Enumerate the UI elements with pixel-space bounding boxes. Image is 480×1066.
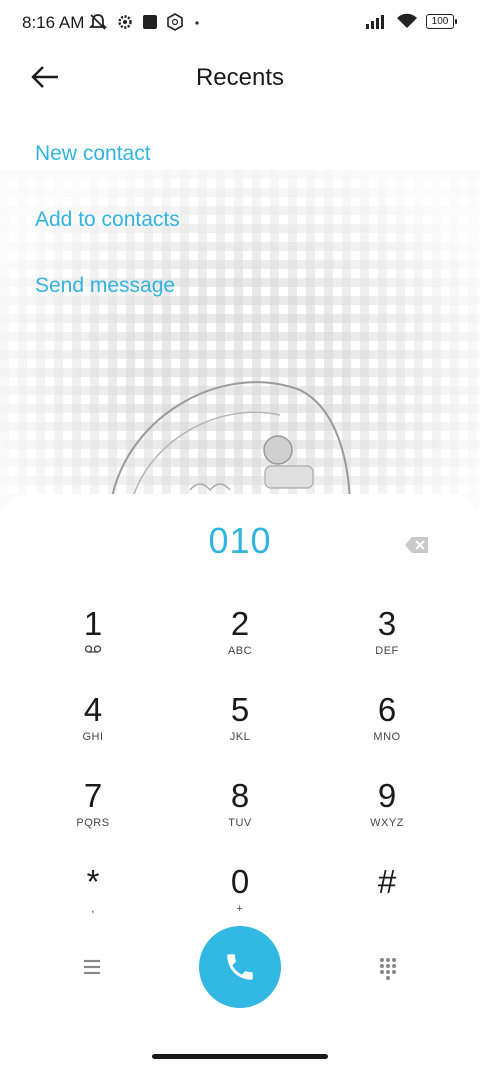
key-4[interactable]: 4 GHI bbox=[0, 690, 186, 776]
header: Recents bbox=[0, 52, 480, 104]
action-list: New contact Add to contacts Send message bbox=[35, 140, 180, 338]
keypad-row: 1 2 ABC 3 DEF bbox=[0, 604, 480, 690]
key-2[interactable]: 2 ABC bbox=[186, 604, 294, 690]
dot-icon bbox=[195, 21, 199, 25]
key-letters: PQRS bbox=[76, 817, 110, 829]
key-letters: WXYZ bbox=[370, 817, 404, 829]
keypad-row: 7 PQRS 8 TUV 9 WXYZ bbox=[0, 776, 480, 862]
status-icons-left bbox=[88, 12, 202, 32]
key-letters: TUV bbox=[228, 817, 252, 829]
menu-icon[interactable] bbox=[80, 956, 104, 978]
key-letters: GHI bbox=[82, 731, 104, 743]
key-6[interactable]: 6 MNO bbox=[294, 690, 480, 776]
key-digit: 9 bbox=[377, 777, 397, 814]
home-indicator[interactable] bbox=[152, 1054, 328, 1059]
key-letters: ABC bbox=[227, 645, 253, 657]
square-app-icon bbox=[143, 15, 157, 29]
voicemail-icon bbox=[0, 644, 186, 658]
key-9[interactable]: 9 WXYZ bbox=[294, 776, 480, 862]
backspace-icon[interactable] bbox=[404, 535, 430, 555]
key-digit: 8 bbox=[230, 777, 250, 814]
key-digit: 6 bbox=[377, 691, 397, 728]
key-digit: 3 bbox=[377, 605, 397, 642]
key-5[interactable]: 5 JKL bbox=[186, 690, 294, 776]
dialer-bottom-bar bbox=[0, 926, 480, 1008]
wifi-icon bbox=[397, 13, 417, 28]
key-3[interactable]: 3 DEF bbox=[294, 604, 480, 690]
signal-icon bbox=[366, 15, 384, 29]
battery-icon: 100 bbox=[426, 13, 457, 29]
background-illustration bbox=[109, 381, 351, 510]
status-bar: 8:16 AM 100 bbox=[0, 0, 480, 46]
key-digit: 7 bbox=[83, 777, 103, 814]
key-digit: 1 bbox=[83, 605, 103, 642]
key-digit: * bbox=[86, 863, 100, 900]
key-letters: , bbox=[91, 903, 95, 915]
key-digit: 4 bbox=[83, 691, 103, 728]
call-button[interactable] bbox=[199, 926, 281, 1008]
key-7[interactable]: 7 PQRS bbox=[0, 776, 186, 862]
dialpad-icon[interactable] bbox=[378, 956, 398, 980]
keypad: 1 2 ABC 3 DEF 4 GHI 5 JKL 6 MNO 7 PQRS 8… bbox=[0, 604, 480, 948]
page-title: Recents bbox=[195, 64, 285, 91]
dialpad-panel: 010 1 2 ABC 3 DEF 4 GHI 5 JKL 6 MNO 7 PQ… bbox=[0, 494, 480, 1066]
key-digit: 0 bbox=[230, 863, 250, 900]
status-time: 8:16 AM bbox=[22, 13, 85, 32]
key-letters: DEF bbox=[375, 645, 399, 657]
muted-bell-icon bbox=[88, 14, 108, 30]
key-digit: # bbox=[377, 863, 397, 900]
key-digit: 5 bbox=[230, 691, 250, 728]
key-letters: MNO bbox=[373, 731, 401, 743]
add-to-contacts-link[interactable]: Add to contacts bbox=[35, 206, 180, 272]
key-letters bbox=[294, 902, 480, 916]
settings-gear-icon bbox=[118, 15, 132, 29]
key-digit: 2 bbox=[230, 605, 250, 642]
status-icons-right: 100 bbox=[366, 13, 457, 29]
send-message-link[interactable]: Send message bbox=[35, 272, 180, 338]
key-8[interactable]: 8 TUV bbox=[186, 776, 294, 862]
key-letters: + bbox=[236, 903, 244, 915]
phone-icon bbox=[227, 954, 253, 980]
key-1[interactable]: 1 bbox=[0, 604, 186, 690]
keypad-row: 4 GHI 5 JKL 6 MNO bbox=[0, 690, 480, 776]
shield-app-icon bbox=[167, 13, 183, 31]
key-letters: JKL bbox=[229, 731, 251, 743]
new-contact-link[interactable]: New contact bbox=[35, 140, 180, 206]
